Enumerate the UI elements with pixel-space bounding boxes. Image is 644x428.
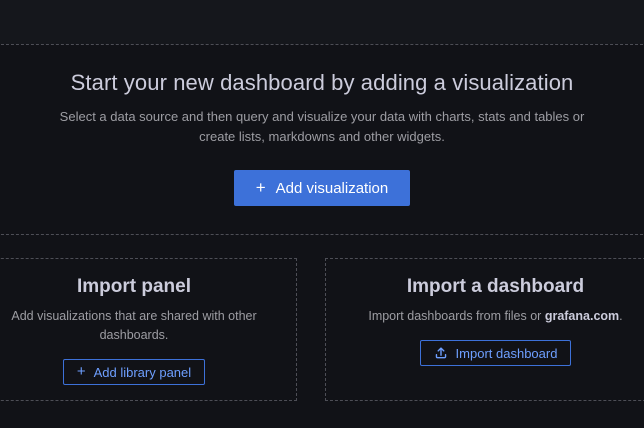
import-panel-card: Import panel Add visualizations that are… (0, 258, 297, 401)
add-library-panel-button[interactable]: + Add library panel (63, 359, 205, 385)
import-dashboard-description-suffix: . (619, 309, 622, 323)
upload-icon (434, 346, 448, 360)
import-dashboard-card: Import a dashboard Import dashboards fro… (325, 258, 644, 401)
grafana-com-text: grafana.com (545, 309, 619, 323)
import-panel-title: Import panel (77, 274, 191, 300)
import-dashboard-button[interactable]: Import dashboard (420, 340, 572, 366)
add-visualization-button[interactable]: + Add visualization (234, 170, 411, 206)
import-dashboard-title: Import a dashboard (407, 274, 584, 300)
plus-icon: + (77, 364, 86, 379)
add-visualization-cta-panel: Start your new dashboard by adding a vis… (0, 44, 644, 235)
import-panel-description: Add visualizations that are shared with … (0, 307, 270, 345)
import-dashboard-description-prefix: Import dashboards from files or (368, 309, 544, 323)
add-library-panel-label: Add library panel (94, 365, 192, 380)
cta-description: Select a data source and then query and … (48, 107, 596, 147)
add-visualization-label: Add visualization (276, 180, 389, 197)
dashboard-toolbar-area (0, 0, 644, 44)
cta-heading: Start your new dashboard by adding a vis… (71, 68, 574, 98)
import-dashboard-label: Import dashboard (456, 346, 558, 361)
plus-icon: + (256, 179, 266, 196)
import-dashboard-description: Import dashboards from files or grafana.… (368, 307, 622, 326)
new-dashboard-empty-state: Start your new dashboard by adding a vis… (0, 0, 644, 428)
